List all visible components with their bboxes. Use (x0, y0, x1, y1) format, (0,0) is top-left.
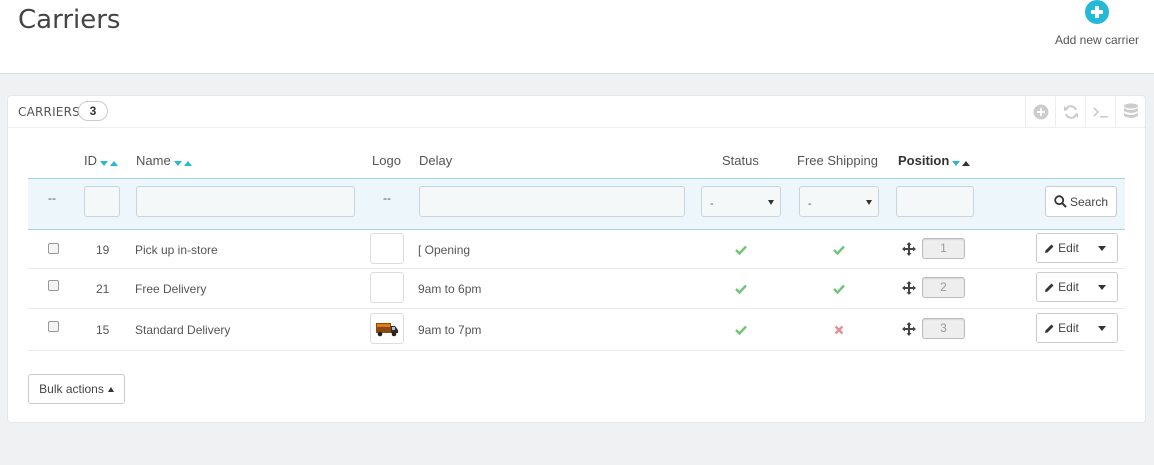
pencil-icon (1045, 283, 1054, 292)
panel-heading: Carriers 3 (8, 96, 1145, 128)
carrier-logo (370, 233, 404, 264)
sort-arrows-icon[interactable] (173, 154, 192, 169)
filter-delay-input[interactable] (419, 186, 685, 217)
column-position[interactable]: Position (898, 153, 971, 169)
row-checkbox[interactable] (48, 280, 59, 291)
column-name[interactable]: Name (136, 153, 192, 169)
free-shipping-enabled-icon[interactable] (833, 245, 845, 255)
refresh-toolbar-button[interactable] (1055, 96, 1085, 128)
chevron-up-icon (107, 386, 114, 392)
sql-query-toolbar-button[interactable] (1085, 96, 1115, 128)
plus-circle-icon (1085, 0, 1109, 24)
search-button[interactable]: Search (1045, 186, 1117, 217)
status-enabled-icon[interactable] (735, 245, 747, 255)
row-delay: 9am to 6pm (418, 282, 482, 296)
edit-button[interactable]: Edit (1037, 234, 1087, 262)
chevron-down-icon (1098, 245, 1106, 251)
edit-button-label: Edit (1058, 241, 1079, 255)
filter-free-shipping-select[interactable]: - (799, 186, 879, 217)
row-checkbox[interactable] (48, 243, 59, 254)
carrier-count-badge: 3 (78, 101, 108, 121)
position-value: 3 (922, 318, 965, 339)
panel-toolbar (1025, 96, 1145, 128)
database-icon (1123, 103, 1138, 118)
edit-button[interactable]: Edit (1037, 273, 1087, 301)
edit-button[interactable]: Edit (1037, 314, 1087, 342)
free-shipping-enabled-icon[interactable] (833, 284, 845, 294)
pencil-icon (1045, 324, 1054, 333)
add-toolbar-button[interactable] (1025, 96, 1055, 128)
filter-status-value: - (710, 198, 714, 210)
row-actions-dropdown[interactable] (1087, 234, 1117, 262)
edit-button-label: Edit (1058, 321, 1079, 335)
bulk-actions-button[interactable]: Bulk actions (28, 374, 125, 404)
page-header: Carriers Add new carrier (0, 0, 1154, 74)
position-value: 1 (922, 238, 965, 259)
terminal-icon (1092, 107, 1108, 118)
filter-id-input[interactable] (84, 186, 120, 217)
row-id: 15 (96, 323, 110, 337)
row-checkbox[interactable] (48, 321, 59, 332)
filter-row: -- -- - - Search (28, 178, 1125, 230)
drag-handle-icon[interactable] (902, 322, 916, 336)
filter-position-input[interactable] (896, 186, 974, 217)
row-actions-dropdown[interactable] (1087, 314, 1117, 342)
table-header-row: ID Name Logo Delay Status Free Shipping … (28, 128, 1125, 178)
carrier-logo (370, 272, 404, 303)
row-name: Standard Delivery (135, 323, 231, 337)
export-sql-toolbar-button[interactable] (1115, 96, 1145, 128)
carriers-panel: Carriers 3 ID Name Logo Delay Status Fre… (7, 95, 1146, 423)
search-button-label: Search (1069, 194, 1109, 209)
column-position-label: Position (898, 153, 950, 168)
table-row: 21 Free Delivery 9am to 6pm 2 Edit (28, 269, 1125, 309)
column-logo: Logo (372, 153, 401, 168)
bulk-actions-label: Bulk actions (39, 382, 104, 396)
pencil-icon (1045, 244, 1054, 253)
drag-handle-icon[interactable] (902, 242, 916, 256)
refresh-icon (1063, 105, 1078, 119)
sort-arrows-icon[interactable] (100, 154, 118, 169)
column-id-label: ID (84, 153, 97, 168)
column-free-shipping: Free Shipping (797, 153, 878, 168)
page-title: Carriers (18, 5, 121, 35)
row-actions: Edit (1036, 272, 1118, 302)
chevron-down-icon (1098, 325, 1106, 331)
position-value: 2 (922, 277, 965, 298)
column-name-label: Name (136, 153, 171, 168)
add-new-carrier-button[interactable]: Add new carrier (1052, 0, 1142, 60)
edit-button-label: Edit (1058, 280, 1079, 294)
search-icon (1054, 195, 1067, 208)
status-enabled-icon[interactable] (735, 284, 747, 294)
row-actions: Edit (1036, 233, 1118, 263)
plus-circle-icon (1033, 104, 1048, 120)
add-new-carrier-label: Add new carrier (1054, 33, 1140, 47)
row-name: Free Delivery (135, 282, 207, 296)
table-row: 19 Pick up in-store [ Opening 1 Edit (28, 229, 1125, 269)
row-delay: 9am to 7pm (418, 323, 482, 337)
panel-title: Carriers (18, 105, 80, 119)
carrier-logo (370, 313, 404, 344)
chevron-down-icon (1098, 284, 1106, 290)
filter-free-shipping-value: - (808, 198, 812, 210)
column-status: Status (722, 153, 759, 168)
sort-arrows-icon[interactable] (952, 154, 971, 169)
column-delay: Delay (419, 153, 453, 168)
table-row: 15 Standard Delivery 9am to 7pm 3 Edit (28, 309, 1125, 351)
filter-checkbox-placeholder: -- (48, 191, 56, 205)
filter-status-select[interactable]: - (701, 186, 781, 217)
delivery-truck-icon (376, 322, 398, 336)
row-id: 21 (96, 282, 110, 296)
column-id[interactable]: ID (84, 153, 118, 169)
row-name: Pick up in-store (135, 243, 218, 257)
status-enabled-icon[interactable] (735, 325, 747, 335)
row-actions-dropdown[interactable] (1087, 273, 1117, 301)
filter-logo-placeholder: -- (383, 191, 391, 205)
row-id: 19 (96, 243, 110, 257)
row-delay: [ Opening (418, 243, 471, 257)
filter-name-input[interactable] (136, 186, 355, 217)
drag-handle-icon[interactable] (902, 281, 916, 295)
free-shipping-disabled-icon[interactable] (834, 325, 844, 335)
row-actions: Edit (1036, 313, 1118, 343)
